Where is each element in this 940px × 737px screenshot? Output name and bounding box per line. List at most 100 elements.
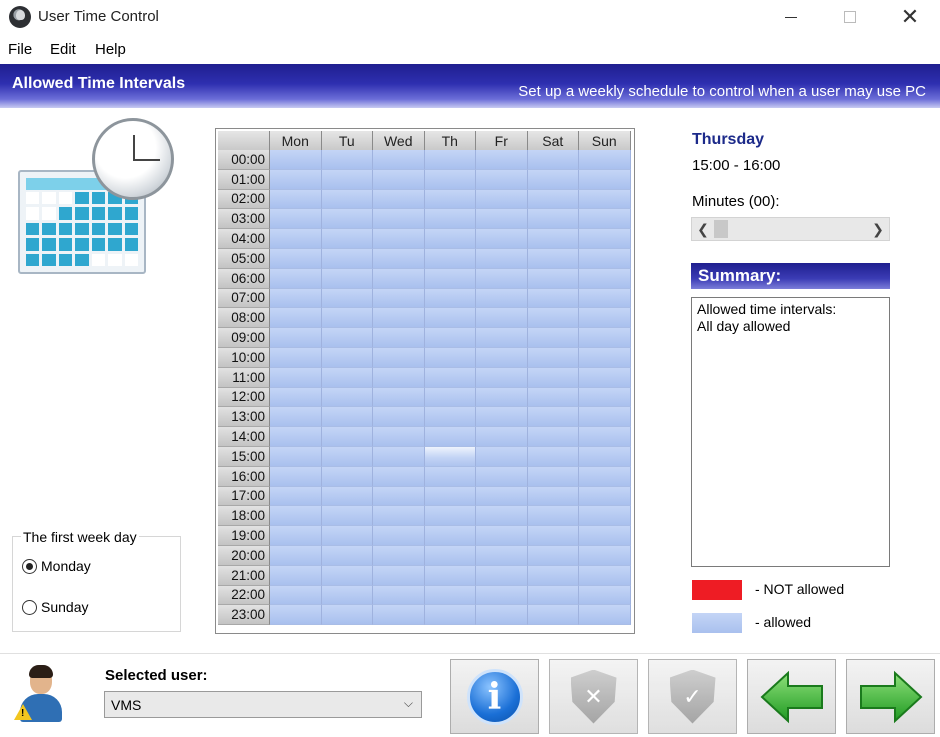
time-slot[interactable] <box>373 545 425 566</box>
time-slot[interactable] <box>527 308 579 329</box>
hour-label[interactable]: 19:00 <box>218 526 270 546</box>
minutes-scrollbar[interactable]: ❮ ❯ <box>691 217 890 241</box>
time-slot[interactable] <box>373 605 425 626</box>
time-slot[interactable] <box>424 367 476 388</box>
time-slot[interactable] <box>579 446 631 467</box>
time-slot[interactable] <box>527 585 579 606</box>
user-select[interactable]: VMS ⌵ <box>104 691 422 718</box>
time-slot[interactable] <box>579 248 631 269</box>
time-slot[interactable] <box>373 446 425 467</box>
time-slot[interactable] <box>476 506 528 527</box>
day-header[interactable]: Wed <box>373 131 425 150</box>
hour-label[interactable]: 08:00 <box>218 308 270 329</box>
time-slot[interactable] <box>321 387 373 408</box>
time-slot[interactable] <box>424 506 476 527</box>
time-slot[interactable] <box>579 268 631 289</box>
close-button[interactable]: ✕ <box>887 0 933 34</box>
hour-label[interactable]: 23:00 <box>218 605 270 626</box>
time-slot[interactable] <box>321 209 373 230</box>
time-slot[interactable] <box>270 427 322 447</box>
time-slot[interactable] <box>424 407 476 428</box>
time-slot[interactable] <box>424 328 476 348</box>
time-slot[interactable] <box>373 150 425 170</box>
time-slot[interactable] <box>270 347 322 368</box>
time-slot[interactable] <box>373 347 425 368</box>
time-slot[interactable] <box>579 545 631 566</box>
hour-label[interactable]: 22:00 <box>218 585 270 606</box>
time-slot[interactable] <box>270 585 322 606</box>
time-slot[interactable] <box>270 209 322 230</box>
time-slot[interactable] <box>373 288 425 309</box>
time-slot[interactable] <box>527 446 579 467</box>
time-slot[interactable] <box>321 150 373 170</box>
hour-label[interactable]: 02:00 <box>218 189 270 210</box>
radio-unselected-icon[interactable] <box>22 599 37 615</box>
time-slot[interactable] <box>270 150 322 170</box>
time-slot[interactable] <box>424 387 476 408</box>
time-slot[interactable] <box>373 328 425 348</box>
time-slot[interactable] <box>321 308 373 329</box>
time-slot[interactable] <box>476 545 528 566</box>
time-slot[interactable] <box>527 229 579 249</box>
time-slot[interactable] <box>373 585 425 606</box>
time-slot[interactable] <box>270 466 322 487</box>
menu-file[interactable]: File <box>8 41 32 58</box>
time-slot[interactable] <box>321 229 373 249</box>
time-slot[interactable] <box>476 248 528 269</box>
time-slot[interactable] <box>579 308 631 329</box>
time-slot[interactable] <box>527 427 579 447</box>
time-slot[interactable] <box>579 229 631 249</box>
time-slot[interactable] <box>579 486 631 507</box>
time-slot[interactable] <box>476 189 528 210</box>
time-slot[interactable] <box>527 248 579 269</box>
time-slot[interactable] <box>424 565 476 586</box>
time-slot[interactable] <box>579 328 631 348</box>
menu-edit[interactable]: Edit <box>50 41 76 58</box>
hour-label[interactable]: 21:00 <box>218 565 270 586</box>
time-slot[interactable] <box>424 229 476 249</box>
time-slot[interactable] <box>476 367 528 388</box>
radio-sunday[interactable]: Sunday <box>22 599 88 615</box>
time-slot[interactable] <box>321 407 373 428</box>
time-slot[interactable] <box>476 209 528 230</box>
time-slot[interactable] <box>579 506 631 527</box>
time-slot[interactable] <box>270 229 322 249</box>
time-slot[interactable] <box>579 288 631 309</box>
time-slot[interactable] <box>527 605 579 626</box>
allow-button[interactable]: ✓ <box>648 659 737 734</box>
time-slot[interactable] <box>373 387 425 408</box>
time-slot[interactable] <box>476 387 528 408</box>
time-slot[interactable] <box>424 446 476 467</box>
time-slot[interactable] <box>527 150 579 170</box>
time-slot[interactable] <box>476 169 528 190</box>
time-slot[interactable] <box>476 407 528 428</box>
time-slot[interactable] <box>579 387 631 408</box>
radio-monday[interactable]: Monday <box>22 558 91 574</box>
deny-button[interactable]: ✕ <box>549 659 638 734</box>
time-slot[interactable] <box>476 446 528 467</box>
time-slot[interactable] <box>270 189 322 210</box>
day-header[interactable]: Sat <box>527 131 579 150</box>
time-slot[interactable] <box>476 308 528 329</box>
chevron-down-icon[interactable]: ⌵ <box>404 696 413 711</box>
time-slot[interactable] <box>579 367 631 388</box>
time-slot[interactable] <box>527 189 579 210</box>
time-slot[interactable] <box>476 526 528 546</box>
time-slot[interactable] <box>424 150 476 170</box>
time-slot[interactable] <box>579 565 631 586</box>
maximize-button[interactable] <box>827 0 873 34</box>
time-slot[interactable] <box>527 506 579 527</box>
back-button[interactable] <box>747 659 836 734</box>
day-header[interactable]: Mon <box>270 131 322 150</box>
day-header[interactable]: Sun <box>579 131 631 150</box>
time-slot[interactable] <box>373 427 425 447</box>
time-slot[interactable] <box>270 605 322 626</box>
time-slot[interactable] <box>424 169 476 190</box>
info-button[interactable]: i <box>450 659 539 734</box>
time-slot[interactable] <box>527 545 579 566</box>
time-slot[interactable] <box>476 486 528 507</box>
time-slot[interactable] <box>527 526 579 546</box>
time-slot[interactable] <box>270 328 322 348</box>
time-slot[interactable] <box>321 248 373 269</box>
time-slot[interactable] <box>270 248 322 269</box>
